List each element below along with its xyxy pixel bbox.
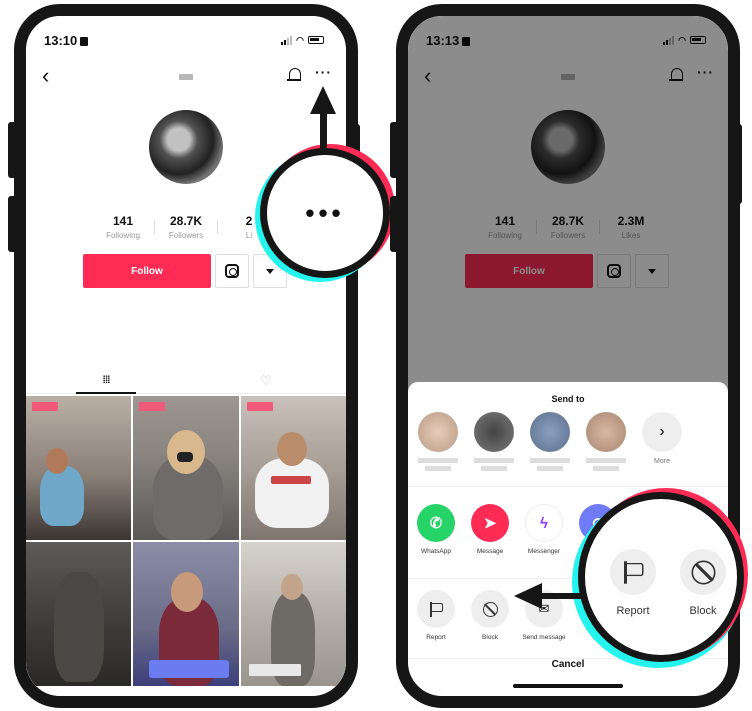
pinned-badge <box>139 402 166 411</box>
arrow-left-icon <box>514 583 542 609</box>
report-action[interactable]: Report <box>414 590 458 642</box>
messenger-icon: ϟ <box>525 504 563 542</box>
share-messenger[interactable]: ϟ Messenger <box>522 504 566 556</box>
more-options-icon: ••• <box>305 197 345 228</box>
instagram-icon <box>225 264 239 278</box>
whatsapp-icon: ✆ <box>417 504 455 542</box>
arrow-shaft <box>540 593 582 599</box>
video-thumbnail[interactable] <box>26 396 132 540</box>
follow-button[interactable]: Follow <box>83 254 211 288</box>
profile-screen: 13:10 ◠ ‹ ··· 141 Following 28.7K Follower… <box>26 16 346 696</box>
instagram-button[interactable] <box>215 254 249 288</box>
share-message[interactable]: ➤ Message <box>468 504 512 556</box>
friend-row: › More <box>414 412 722 471</box>
friend-avatar <box>418 412 458 452</box>
profile-nav: ‹ ··· <box>26 64 346 90</box>
more-friends-button[interactable]: › More <box>638 412 686 471</box>
video-grid <box>26 396 346 696</box>
avatar <box>149 110 223 184</box>
stat-followers: 28.7K Followers <box>168 214 204 240</box>
lock-icon <box>80 36 89 46</box>
message-icon: ➤ <box>471 504 509 542</box>
profile-actions: Follow <box>83 254 287 288</box>
video-thumbnail[interactable] <box>26 542 132 686</box>
tab-videos[interactable]: ⁞⁞⁞ <box>26 368 186 394</box>
pinned-badge <box>32 402 58 411</box>
video-thumbnail[interactable] <box>240 396 346 540</box>
friend-item[interactable] <box>582 412 630 471</box>
more-options-icon[interactable]: ··· <box>315 64 332 80</box>
caret-down-icon <box>266 268 274 274</box>
grid-icon: ⁞⁞⁞ <box>102 375 111 386</box>
battery-icon <box>308 36 324 44</box>
signal-icon <box>281 35 293 45</box>
tab-liked[interactable]: ♡ <box>186 368 346 393</box>
video-thumbnail[interactable] <box>133 396 239 540</box>
friend-item[interactable] <box>526 412 574 471</box>
block-icon <box>482 601 498 617</box>
arrow-shaft <box>320 112 327 152</box>
pinned-badge <box>246 402 273 411</box>
magnified-report: Report <box>605 549 661 617</box>
friend-avatar <box>474 412 514 452</box>
block-icon <box>691 560 715 584</box>
friend-item[interactable] <box>470 412 518 471</box>
video-thumbnail[interactable] <box>133 542 239 686</box>
home-indicator <box>513 684 623 688</box>
friend-item[interactable] <box>414 412 462 471</box>
magnifier-more-options: ••• <box>260 148 390 278</box>
sheet-title: Send to <box>551 394 585 404</box>
status-time: 13:10 <box>44 32 78 48</box>
phone-left: 13:10 ◠ ‹ ··· 141 Following 28.7K Follower… <box>14 4 358 708</box>
back-icon[interactable]: ‹ <box>42 65 49 87</box>
wifi-icon: ◠ <box>296 34 304 45</box>
friend-avatar <box>586 412 626 452</box>
block-action[interactable]: Block <box>468 590 512 642</box>
magnified-block: Block <box>675 549 731 617</box>
video-thumbnail[interactable] <box>240 542 346 686</box>
chevron-right-icon: › <box>642 412 682 452</box>
stat-following: 141 Following <box>106 214 140 240</box>
profile-tabs: ⁞⁞⁞ ♡ <box>26 368 346 394</box>
flag-icon <box>429 601 443 617</box>
flag-icon <box>623 560 644 584</box>
status-bar: 13:10 ◠ <box>26 30 346 50</box>
liked-heart-icon: ♡ <box>260 372 272 388</box>
bell-icon[interactable] <box>287 68 301 82</box>
magnifier-report-block: Report Block <box>578 492 744 662</box>
share-whatsapp[interactable]: ✆ WhatsApp <box>414 504 458 556</box>
arrow-up-icon <box>310 86 336 114</box>
friend-avatar <box>530 412 570 452</box>
username-blurred <box>179 74 193 80</box>
